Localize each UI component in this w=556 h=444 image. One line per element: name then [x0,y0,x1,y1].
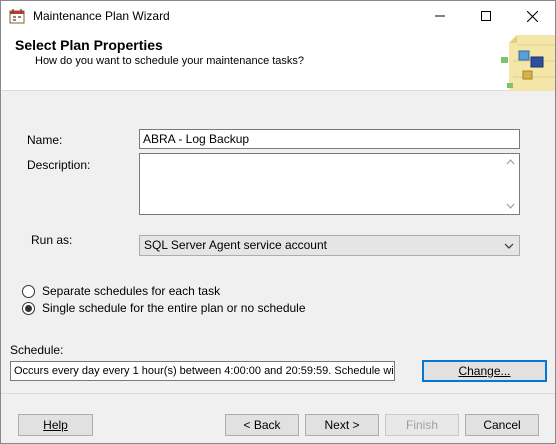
cancel-button-label: Cancel [483,418,521,432]
name-label: Name: [27,133,63,147]
description-scrollbar[interactable] [502,154,519,214]
run-as-select[interactable]: SQL Server Agent service account [139,235,520,256]
chevron-down-icon [501,236,517,255]
maximize-button[interactable] [463,1,509,31]
radio-indicator [22,284,35,298]
cancel-button[interactable]: Cancel [465,414,539,436]
description-label: Description: [27,158,91,172]
maximize-icon [481,11,491,21]
window-title: Maintenance Plan Wizard [33,9,170,23]
scroll-arrows-icon [506,159,515,209]
next-button[interactable]: Next > [305,414,379,436]
maintenance-plan-icon [9,8,25,24]
change-button-label: Change... [458,364,511,378]
radio-single-schedule[interactable]: Single schedule for the entire plan or n… [22,301,306,315]
run-as-value: SQL Server Agent service account [144,238,327,252]
next-button-label: Next > [324,418,360,432]
name-field[interactable]: ABRA - Log Backup [139,129,520,149]
title-bar[interactable]: Maintenance Plan Wizard [1,1,555,31]
description-field[interactable] [139,153,520,215]
radio-label: Separate schedules for each task [42,284,221,298]
page-title: Select Plan Properties [15,37,163,53]
radio-indicator [22,301,35,315]
finish-button[interactable]: Finish [385,414,459,436]
help-button[interactable]: Help [18,414,93,436]
radio-separate-schedules[interactable]: Separate schedules for each task [22,284,220,298]
help-button-label: Help [43,418,68,432]
wizard-header: Select Plan Properties How do you want t… [1,31,555,91]
back-button-label: < Back [243,418,281,432]
page-subtitle: How do you want to schedule your mainten… [35,55,305,67]
close-icon [526,10,538,22]
footer-divider [1,393,555,394]
finish-button-label: Finish [405,418,438,432]
minimize-button[interactable] [417,1,463,31]
schedule-description-field[interactable]: Occurs every day every 1 hour(s) between… [10,361,395,381]
close-button[interactable] [509,1,555,31]
radio-label: Single schedule for the entire plan or n… [42,301,306,315]
change-schedule-button[interactable]: Change... [422,360,547,382]
minimize-icon [435,15,445,17]
schedule-label: Schedule: [10,343,64,357]
back-button[interactable]: < Back [225,414,299,436]
wizard-window: Maintenance Plan Wizard Select Plan Prop… [0,0,556,444]
wizard-banner-icon [497,31,555,91]
run-as-label: Run as: [31,233,73,247]
